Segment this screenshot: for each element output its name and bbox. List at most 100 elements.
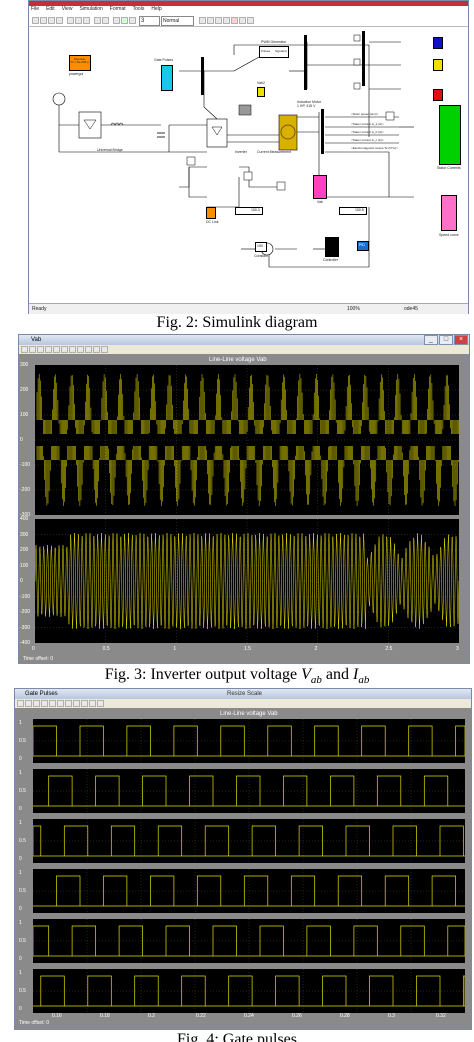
print-icon[interactable]: [56, 17, 63, 24]
controller-block[interactable]: [325, 237, 339, 257]
library-icon[interactable]: [113, 17, 120, 24]
gate-xtick: 0.22: [196, 1013, 206, 1019]
open-icon[interactable]: [40, 17, 47, 24]
scope-yellow[interactable]: [433, 59, 443, 71]
menu-help[interactable]: Help: [151, 6, 161, 12]
gate-pulse-trace: [33, 969, 466, 1013]
powergui-label: powergui: [69, 72, 84, 76]
gate-ytick: 0.5: [19, 938, 26, 944]
zoom-x-icon[interactable]: [41, 700, 48, 707]
vab-xtick: 2: [314, 646, 318, 652]
gate-pulse-axes: [32, 919, 466, 963]
vab-bottom-ytick: -200: [20, 609, 31, 615]
gate-ytick: 1: [19, 820, 22, 826]
float-icon[interactable]: [85, 346, 92, 353]
debug-icon[interactable]: [223, 17, 230, 24]
dc-link-scope[interactable]: [206, 207, 216, 219]
menu-tools[interactable]: Tools: [133, 6, 145, 12]
zoom-icon[interactable]: [33, 700, 40, 707]
signal-select-icon[interactable]: [101, 346, 108, 353]
signal-select-icon[interactable]: [97, 700, 104, 707]
redo-icon[interactable]: [102, 17, 109, 24]
scope-red[interactable]: [433, 89, 443, 101]
menu-format[interactable]: Format: [110, 6, 126, 12]
gate-ytick: 0: [19, 806, 22, 812]
fig2-caption: Fig. 2: Simulink diagram: [156, 314, 318, 331]
paste-icon[interactable]: [83, 17, 90, 24]
fig3-caption-v: V: [301, 666, 311, 683]
params-icon[interactable]: [29, 346, 36, 353]
vabc-scope[interactable]: [257, 87, 265, 97]
play-icon[interactable]: [121, 17, 128, 24]
menu-file[interactable]: File: [31, 6, 39, 12]
gate-ytick: 1: [19, 870, 22, 876]
float-icon[interactable]: [81, 700, 88, 707]
lock-icon[interactable]: [93, 346, 100, 353]
stator-currents-scope[interactable]: [439, 105, 461, 165]
dc-link-label: DC Link: [206, 220, 219, 224]
undo-icon[interactable]: [94, 17, 101, 24]
menu-view[interactable]: View: [62, 6, 73, 12]
zoom-x-icon[interactable]: [45, 346, 52, 353]
vab-xtick: 1: [173, 646, 177, 652]
autoscale-icon[interactable]: [61, 346, 68, 353]
vab-time-offset: Time offset: 0: [23, 656, 54, 662]
help-icon[interactable]: [247, 17, 254, 24]
minimize-button[interactable]: _: [424, 335, 438, 345]
menu-edit[interactable]: Edit: [46, 6, 55, 12]
close-button[interactable]: ×: [454, 335, 468, 345]
stop-time-field[interactable]: 3: [139, 16, 160, 26]
vab-bottom-series: [35, 532, 459, 630]
print-icon[interactable]: [17, 700, 24, 707]
menu-simulation[interactable]: Simulation: [79, 6, 102, 12]
scope-vab-title: Vab: [31, 337, 42, 343]
new-icon[interactable]: [32, 17, 39, 24]
status-bar: Ready 100% ode45: [29, 303, 468, 314]
gate-pulses-scope[interactable]: [161, 65, 173, 91]
fig3-caption-i-sub: ab: [358, 674, 370, 687]
zoom-y-icon[interactable]: [49, 700, 56, 707]
gate-pulse-axes: [33, 869, 465, 913]
vab-bottom-ytick: -100: [20, 593, 31, 600]
save-axes-icon[interactable]: [65, 700, 72, 707]
scope-vab-toolbar: [19, 345, 469, 354]
gate-xtick: 0.24: [244, 1013, 254, 1019]
record-icon[interactable]: [231, 17, 238, 24]
gate-pulse-axes: [32, 819, 465, 863]
fig3-caption-mid: and: [321, 666, 353, 683]
restore-axes-icon[interactable]: [77, 346, 84, 353]
gate-ytick: 0.5: [19, 738, 26, 744]
simulink-canvas: [52, 31, 414, 268]
config-icon[interactable]: [239, 17, 246, 24]
vab-bottom-trace: [35, 519, 459, 643]
stop-icon[interactable]: [129, 17, 136, 24]
gate-pulse-axes: [33, 769, 465, 813]
cut-icon[interactable]: [67, 17, 74, 24]
speed-curve-scope[interactable]: [441, 195, 457, 231]
save-axes-icon[interactable]: [69, 346, 76, 353]
build-icon[interactable]: [199, 17, 206, 24]
fig4-caption: Fig. 4: Gate pulses: [177, 1031, 297, 1042]
sim-mode-select[interactable]: Normal: [161, 16, 194, 26]
autoscale-icon[interactable]: [57, 700, 64, 707]
vab-xtick: 0: [32, 646, 35, 652]
vab-scope[interactable]: [313, 175, 327, 199]
print-icon[interactable]: [21, 346, 28, 353]
torque-signal: <Electromagnetic torque Te (N*m)>: [351, 146, 398, 150]
gate-pulse-trace: [32, 919, 466, 963]
gate-ytick: 1: [19, 770, 22, 776]
maximize-button[interactable]: □: [439, 335, 453, 345]
params-icon[interactable]: [25, 700, 32, 707]
gate-xtick: 0.16: [52, 1013, 62, 1019]
scope-blue[interactable]: [433, 37, 443, 49]
zoom-y-icon[interactable]: [53, 346, 60, 353]
copy-icon[interactable]: [75, 17, 82, 24]
lock-icon[interactable]: [89, 700, 96, 707]
gate-ytick: 0.5: [19, 888, 26, 894]
pwm-generator-label: PWM Generator: [261, 40, 287, 44]
restore-axes-icon[interactable]: [73, 700, 80, 707]
model-explorer-icon[interactable]: [215, 17, 222, 24]
zoom-icon[interactable]: [37, 346, 44, 353]
save-icon[interactable]: [48, 17, 55, 24]
update-icon[interactable]: [207, 17, 214, 24]
